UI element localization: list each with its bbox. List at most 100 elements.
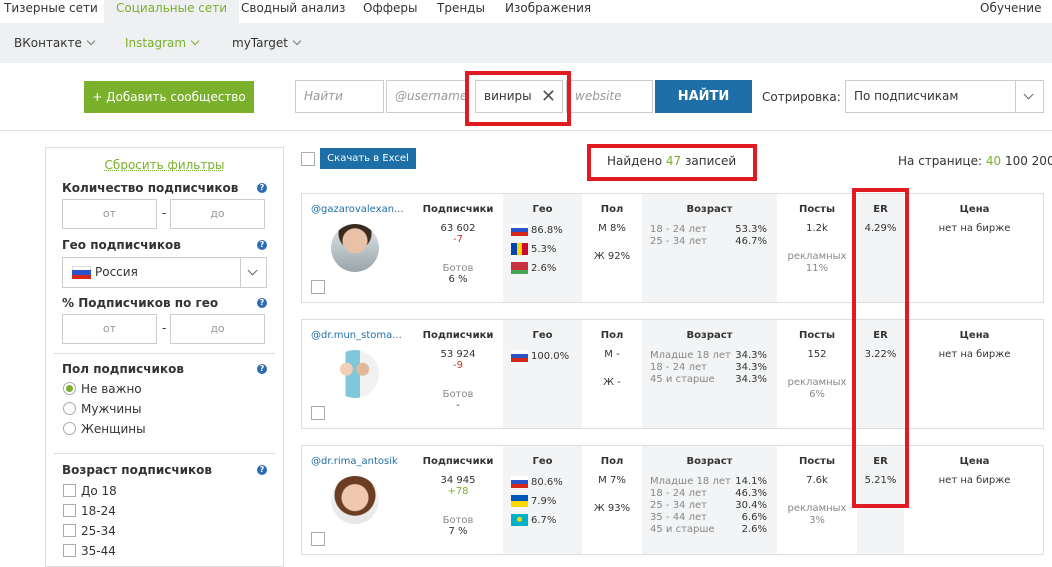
clear-icon[interactable]: ✕ xyxy=(541,81,556,112)
followers-cell: Подписчики 53 924 -9 Ботов - xyxy=(412,320,504,428)
geo-pct: 2.6% xyxy=(531,263,557,274)
checkbox-label: 18-24 xyxy=(81,504,116,518)
followers-count: 53 924 xyxy=(440,349,476,360)
subtab-label: Instagram xyxy=(125,36,187,50)
gender-female: Ж 93% xyxy=(593,503,631,514)
ads-pct: 11% xyxy=(805,263,829,274)
select-all-checkbox[interactable] xyxy=(301,152,315,166)
bots-label: Ботов xyxy=(442,389,474,400)
ru-flag-icon xyxy=(511,224,528,236)
tab-images[interactable]: Изображения xyxy=(505,0,591,23)
geo-pct-filter-title: % Подписчиков по гео xyxy=(62,296,219,310)
price-cell: Цена нет на бирже xyxy=(904,446,1045,554)
sort-select[interactable]: По подписчикам xyxy=(845,80,1044,113)
geo-item: 2.6% xyxy=(511,262,556,274)
website-input[interactable]: website xyxy=(566,80,653,113)
geo-select[interactable]: Россия xyxy=(62,257,267,288)
gender-male: М 7% xyxy=(598,475,626,486)
row-checkbox[interactable] xyxy=(311,280,325,294)
gender-any-radio[interactable]: Не важно xyxy=(63,382,142,396)
help-icon[interactable]: ? xyxy=(257,298,267,308)
gender-cell: Пол М - Ж - xyxy=(582,320,642,428)
geo-pct-to-input[interactable]: до xyxy=(170,314,265,344)
geo-item: 5.3% xyxy=(511,243,556,255)
column-header: Пол xyxy=(600,456,624,467)
subtab-instagram[interactable]: Instagram xyxy=(125,36,200,50)
username-link[interactable]: @gazarovalexan... xyxy=(311,204,406,215)
divider xyxy=(54,453,275,454)
avatar[interactable] xyxy=(331,224,379,272)
age-pct: 53.3% xyxy=(735,224,767,235)
age-range: 18 - 24 лет xyxy=(650,224,707,235)
age-18-24-checkbox[interactable]: 18-24 xyxy=(63,504,116,518)
row-checkbox[interactable] xyxy=(311,532,325,546)
reset-filters-link[interactable]: Сбросить фильтры xyxy=(46,158,283,172)
keyword-input[interactable]: виниры ✕ xyxy=(475,80,563,113)
username-input[interactable]: @username xyxy=(386,80,468,113)
age-35-44-checkbox[interactable]: 35-44 xyxy=(63,544,116,558)
tab-trends[interactable]: Тренды xyxy=(437,0,485,23)
avatar[interactable] xyxy=(331,476,379,524)
per-page: На странице: 40 100 200 xyxy=(898,154,1052,168)
row-checkbox[interactable] xyxy=(311,406,325,420)
geo-cell: Гео 80.6% 7.9% 6.7% xyxy=(503,446,582,554)
price-cell: Цена нет на бирже xyxy=(904,194,1045,302)
per-page-100[interactable]: 100 xyxy=(1005,154,1028,168)
per-page-40[interactable]: 40 xyxy=(986,154,1001,168)
age-25-34-checkbox[interactable]: 25-34 xyxy=(63,524,116,538)
found-count: 47 xyxy=(665,154,682,168)
filters-sidebar: Сбросить фильтры Количество подписчиков … xyxy=(45,147,284,567)
tab-offers[interactable]: Офферы xyxy=(363,0,417,23)
subtab-label: myTarget xyxy=(232,36,288,50)
geo-item: 80.6% xyxy=(511,476,563,488)
username-link[interactable]: @dr.mun_stoma... xyxy=(311,330,406,341)
price-value: нет на бирже xyxy=(938,349,1011,360)
find-button[interactable]: НАЙТИ xyxy=(655,80,752,113)
column-header: Подписчики xyxy=(422,330,494,341)
per-page-200[interactable]: 200 xyxy=(1032,154,1052,168)
tab-summary-analysis[interactable]: Сводный анализ xyxy=(241,0,345,23)
avatar[interactable] xyxy=(331,350,379,398)
column-header: Цена xyxy=(959,204,990,215)
price-value: нет на бирже xyxy=(938,223,1011,234)
gender-male-radio[interactable]: Мужчины xyxy=(63,402,141,416)
column-header: ER xyxy=(873,330,888,341)
bots-value: 7 % xyxy=(448,526,468,537)
geo-item: 6.7% xyxy=(511,514,556,526)
age-under18-checkbox[interactable]: До 18 xyxy=(63,484,117,498)
kz-flag-icon xyxy=(511,514,528,526)
followers-to-input[interactable]: до xyxy=(170,199,265,229)
help-icon[interactable]: ? xyxy=(257,240,267,250)
geo-pct: 86.8% xyxy=(531,225,563,236)
geo-pct: 6.7% xyxy=(531,515,557,526)
gender-female: Ж 92% xyxy=(593,251,631,262)
sub-nav: ВКонтакте Instagram myTarget xyxy=(0,23,1052,63)
checkbox-label: 35-44 xyxy=(81,544,116,558)
per-page-label: На странице: xyxy=(898,154,982,168)
followers-cell: Подписчики 63 602 -7 Ботов 6 % xyxy=(412,194,504,302)
subtab-vkontakte[interactable]: ВКонтакте xyxy=(14,36,96,50)
tab-teaser-networks[interactable]: Тизерные сети xyxy=(4,0,98,23)
username-link[interactable]: @dr.rima_antosik xyxy=(311,456,406,467)
subtab-mytarget[interactable]: myTarget xyxy=(232,36,302,50)
checkbox-label: 25-34 xyxy=(81,524,116,538)
gender-female-radio[interactable]: Женщины xyxy=(63,422,146,436)
export-excel-button[interactable]: Скачать в Excel xyxy=(320,148,416,169)
age-range: 18 - 24 лет xyxy=(650,362,707,373)
help-icon[interactable]: ? xyxy=(257,183,267,193)
add-community-button[interactable]: + Добавить сообщество xyxy=(84,81,254,113)
help-icon[interactable]: ? xyxy=(257,465,267,475)
gender-filter-title: Пол подписчиков xyxy=(62,362,184,376)
help-icon[interactable]: ? xyxy=(257,364,267,374)
tutorial-link[interactable]: Обучение xyxy=(980,0,1041,23)
top-nav: Тизерные сети Социальные сети Сводный ан… xyxy=(0,0,1052,23)
geo-pct-from-input[interactable]: от xyxy=(62,314,157,344)
ads-label: рекламных xyxy=(787,251,847,262)
tab-social-networks[interactable]: Социальные сети xyxy=(104,0,240,23)
followers-from-input[interactable]: от xyxy=(62,199,157,229)
er-cell: ER 3.22% xyxy=(857,320,904,428)
result-card: @dr.mun_stoma... Подписчики 53 924 -9 Ботов -… xyxy=(301,319,1044,429)
age-cell: Возраст 18 - 24 лет 53.3% 25 - 34 лет 46.7% xyxy=(642,194,777,302)
name-input[interactable]: Найти xyxy=(295,80,384,113)
age-pct: 46.7% xyxy=(735,236,767,247)
